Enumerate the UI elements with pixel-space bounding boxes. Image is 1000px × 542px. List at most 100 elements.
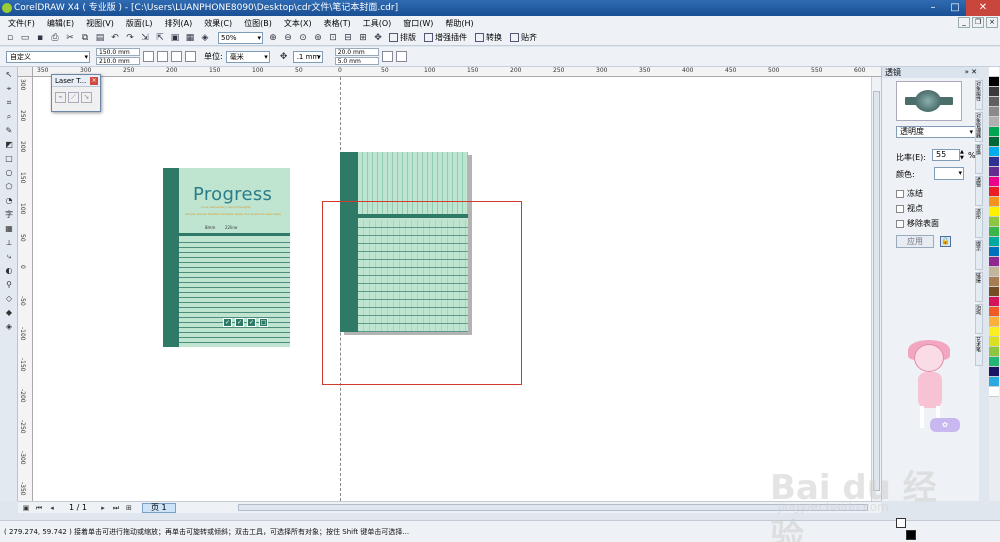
palette-swatch[interactable] bbox=[989, 77, 999, 87]
docker-side-tab[interactable]: 造形 bbox=[975, 208, 983, 238]
duplicate-y-field[interactable]: 5.0 mm bbox=[334, 56, 379, 65]
crop-tool-icon[interactable]: ⌗ bbox=[3, 97, 15, 109]
horizontal-ruler[interactable]: 350 300 250 200 150 100 50 0 50 100 150 200 250 300 35… bbox=[33, 67, 881, 77]
lens-type-select[interactable]: 透明度 bbox=[896, 126, 976, 138]
typeset-button[interactable]: 排版 bbox=[389, 32, 416, 43]
connector-tool-icon[interactable]: ⤷ bbox=[3, 251, 15, 263]
doc-minimize-button[interactable]: _ bbox=[958, 17, 970, 28]
plugin-button[interactable]: 增强插件 bbox=[424, 32, 467, 43]
palette-swatch[interactable] bbox=[989, 387, 999, 397]
palette-swatch[interactable] bbox=[989, 287, 999, 297]
laser-tool-2-icon[interactable]: ⟋ bbox=[68, 92, 79, 103]
notebook-front-cover[interactable]: Progress Love elementary report thoughts… bbox=[163, 168, 290, 347]
palette-swatch[interactable] bbox=[989, 107, 999, 117]
outline-tool-icon[interactable]: ◇ bbox=[3, 293, 15, 305]
palette-swatch[interactable] bbox=[989, 157, 999, 167]
palette-swatch[interactable] bbox=[989, 317, 999, 327]
page-height-field[interactable]: 210.0 mm bbox=[96, 56, 140, 65]
unit-select[interactable]: 毫米 bbox=[225, 50, 270, 63]
vertical-scroll-thumb[interactable] bbox=[873, 91, 880, 491]
laser-tool-3-icon[interactable]: ➘ bbox=[81, 92, 92, 103]
fill-tool-icon[interactable]: ◆ bbox=[3, 307, 15, 319]
add-page-icon[interactable]: ⊞ bbox=[124, 503, 134, 513]
vertical-scrollbar[interactable] bbox=[871, 77, 881, 501]
zoom-width-icon[interactable]: ⊟ bbox=[342, 32, 354, 44]
paper-size-select[interactable]: 自定义 bbox=[6, 50, 90, 63]
vertical-ruler[interactable]: 300 250 200 150 100 50 0 -50 -100 -150 -200 -250 -30… bbox=[18, 77, 33, 501]
copy-icon[interactable]: ⧉ bbox=[79, 32, 91, 44]
welcome-icon[interactable]: ◈ bbox=[199, 32, 211, 44]
docker-side-tab[interactable]: 链接 bbox=[975, 272, 983, 302]
zoom-selected-icon[interactable]: ⊙ bbox=[297, 32, 309, 44]
open-folder-icon[interactable]: ▭ bbox=[19, 32, 31, 44]
lens-rectangle[interactable] bbox=[322, 201, 522, 385]
menu-window[interactable]: 窗口(W) bbox=[403, 18, 433, 29]
page-settings-icon[interactable]: ▣ bbox=[21, 503, 31, 513]
ruler-origin[interactable] bbox=[18, 67, 33, 77]
laser-tool-1-icon[interactable]: ⌁ bbox=[55, 92, 66, 103]
minimize-button[interactable]: – bbox=[922, 0, 944, 16]
close-button[interactable]: ✕ bbox=[966, 0, 1000, 16]
text-tool-icon[interactable]: 字 bbox=[3, 209, 15, 221]
polygon-tool-icon[interactable]: ⬠ bbox=[3, 181, 15, 193]
draw-properties-button[interactable] bbox=[395, 51, 407, 62]
apply-button[interactable]: 应用 bbox=[896, 235, 934, 248]
palette-swatch[interactable] bbox=[989, 247, 999, 257]
palette-swatch[interactable] bbox=[989, 167, 999, 177]
docker-side-tab[interactable]: 对象属性 bbox=[975, 80, 983, 110]
palette-swatch[interactable] bbox=[989, 177, 999, 187]
first-page-icon[interactable]: ⏮ bbox=[34, 503, 44, 513]
palette-swatch[interactable] bbox=[989, 207, 999, 217]
menu-table[interactable]: 表格(T) bbox=[324, 18, 351, 29]
menu-bitmaps[interactable]: 位图(B) bbox=[244, 18, 272, 29]
table-tool-icon[interactable]: ▦ bbox=[3, 223, 15, 235]
interactive-blend-icon[interactable]: ◐ bbox=[3, 265, 15, 277]
palette-swatch[interactable] bbox=[989, 117, 999, 127]
all-pages-button[interactable] bbox=[171, 51, 182, 62]
menu-help[interactable]: 帮助(H) bbox=[445, 18, 473, 29]
cut-icon[interactable]: ✂ bbox=[64, 32, 76, 44]
palette-swatch[interactable] bbox=[989, 277, 999, 287]
docker-side-tab[interactable]: 变换 bbox=[975, 144, 983, 174]
shape-tool-icon[interactable]: ⌖ bbox=[3, 83, 15, 95]
color-picker[interactable] bbox=[934, 167, 964, 180]
maximize-button[interactable]: □ bbox=[944, 0, 966, 16]
smart-fill-icon[interactable]: ◩ bbox=[3, 139, 15, 151]
page-width-field[interactable]: 150.0 mm bbox=[96, 47, 140, 56]
docker-side-tab[interactable]: 透镜 bbox=[975, 176, 983, 206]
interactive-fill-icon[interactable]: ◈ bbox=[3, 321, 15, 333]
menu-text[interactable]: 文本(X) bbox=[284, 18, 312, 29]
docker-side-tab[interactable]: 提示 bbox=[975, 240, 983, 270]
laser-tool-panel[interactable]: Laser T... × ⌁ ⟋ ➘ bbox=[51, 74, 101, 112]
landscape-button[interactable] bbox=[157, 51, 168, 62]
palette-swatch[interactable] bbox=[989, 197, 999, 207]
ellipse-tool-icon[interactable]: ○ bbox=[3, 167, 15, 179]
save-icon[interactable]: ▪ bbox=[34, 32, 46, 44]
docker-header-buttons[interactable]: » ✕ bbox=[965, 67, 977, 78]
page-tab-1[interactable]: 页 1 bbox=[141, 502, 176, 513]
doc-close-button[interactable]: × bbox=[986, 17, 998, 28]
current-page-button[interactable] bbox=[185, 51, 196, 62]
palette-swatch[interactable] bbox=[989, 227, 999, 237]
menu-file[interactable]: 文件(F) bbox=[8, 18, 35, 29]
freehand-tool-icon[interactable]: ✎ bbox=[3, 125, 15, 137]
menu-layout[interactable]: 版面(L) bbox=[126, 18, 153, 29]
portrait-button[interactable] bbox=[143, 51, 154, 62]
zoom-out-icon[interactable]: ⊖ bbox=[282, 32, 294, 44]
snap-button[interactable]: 贴齐 bbox=[510, 32, 537, 43]
app-launcher-icon[interactable]: ▦ bbox=[184, 32, 196, 44]
undo-icon[interactable]: ↶ bbox=[109, 32, 121, 44]
palette-swatch[interactable] bbox=[989, 377, 999, 387]
print-icon[interactable]: ⎙ bbox=[49, 32, 61, 44]
menu-arrange[interactable]: 排列(A) bbox=[165, 18, 193, 29]
docker-side-tab[interactable]: 艺术笔 bbox=[975, 336, 983, 366]
palette-swatch[interactable] bbox=[989, 347, 999, 357]
dimension-tool-icon[interactable]: ⟂ bbox=[3, 237, 15, 249]
paste-icon[interactable]: ▤ bbox=[94, 32, 106, 44]
palette-swatch[interactable] bbox=[989, 147, 999, 157]
palette-swatch[interactable] bbox=[989, 257, 999, 267]
palette-swatch[interactable] bbox=[989, 337, 999, 347]
pick-tool-icon[interactable]: ↖ bbox=[3, 69, 15, 81]
export-icon[interactable]: ⇱ bbox=[154, 32, 166, 44]
prev-page-icon[interactable]: ◂ bbox=[47, 503, 57, 513]
